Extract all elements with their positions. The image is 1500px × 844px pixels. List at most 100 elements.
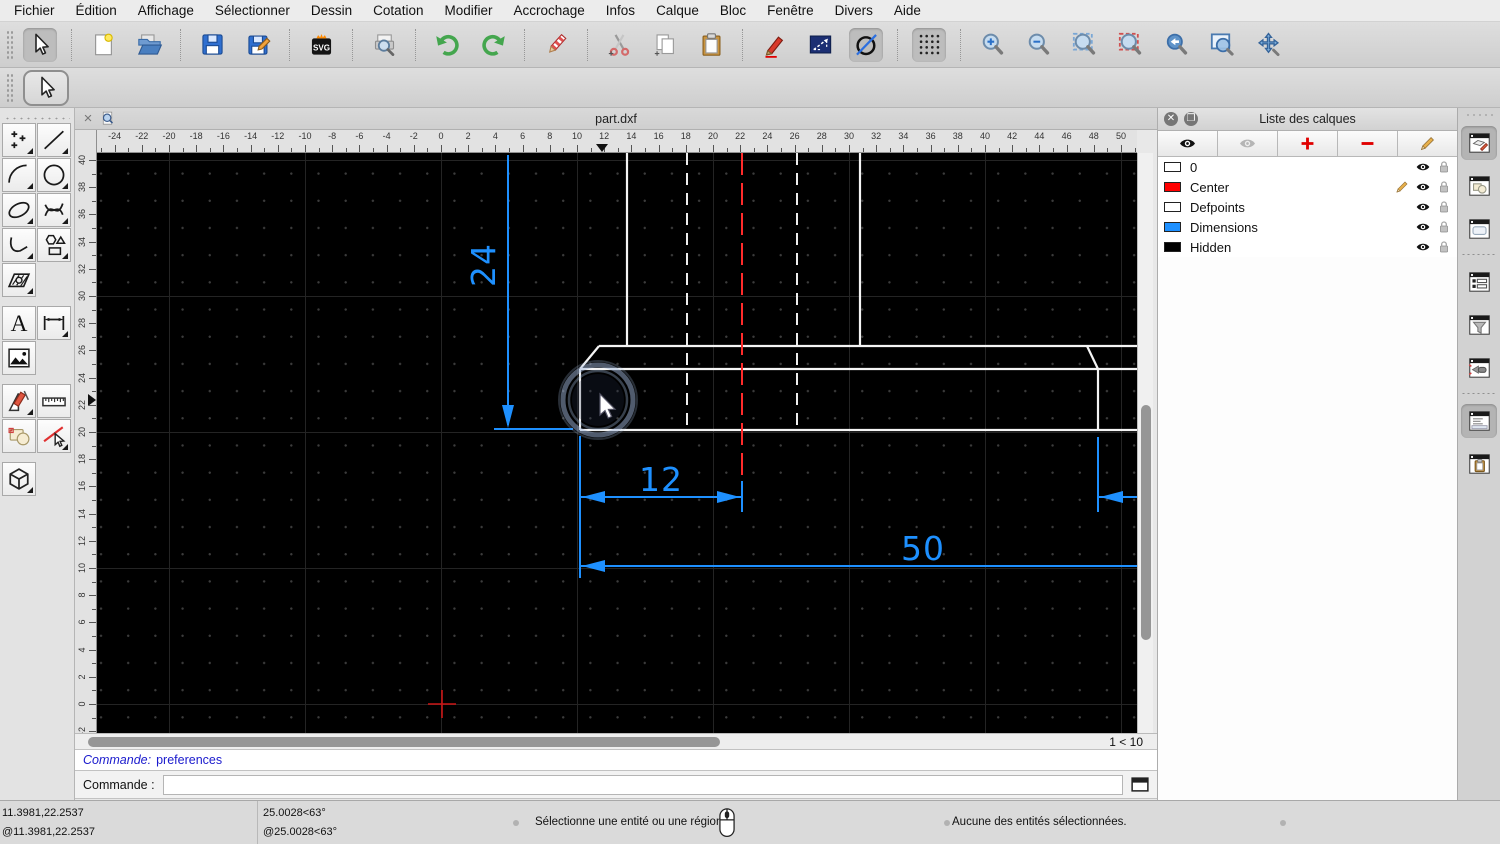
paste-button[interactable] (694, 28, 728, 62)
menu-dessin[interactable]: Dessin (311, 3, 352, 18)
layer-lock-icon[interactable] (1436, 239, 1452, 255)
tool-polygon-button[interactable] (37, 228, 71, 262)
zoom-previous-button[interactable] (1113, 28, 1147, 62)
zoom-back-button[interactable] (1159, 28, 1193, 62)
toolbar-drag-handle[interactable] (6, 72, 13, 103)
menu-fenetre[interactable]: Fenêtre (767, 3, 814, 18)
snap-grid-button[interactable] (912, 27, 946, 62)
hide-all-layers-button[interactable] (1218, 131, 1278, 156)
tool-ellipse-button[interactable] (2, 193, 36, 227)
tool-line-button[interactable] (37, 123, 71, 157)
measure-distance-button[interactable] (803, 28, 837, 62)
zoom-out-button[interactable] (1021, 28, 1055, 62)
cut-button[interactable] (602, 28, 636, 62)
menu-cotation[interactable]: Cotation (373, 3, 423, 18)
command-input[interactable] (162, 774, 1123, 795)
copy-button[interactable] (648, 28, 682, 62)
dock-drag-handle[interactable] (1465, 113, 1493, 117)
menu-selectionner[interactable]: Sélectionner (215, 3, 290, 18)
layer-visibility-icon[interactable] (1415, 199, 1431, 215)
zoom-auto-button[interactable] (1067, 28, 1101, 62)
layer-lock-icon[interactable] (1436, 199, 1452, 215)
dock-command-widget-toggle[interactable] (1461, 404, 1497, 438)
menu-divers[interactable]: Divers (835, 3, 873, 18)
tool-block-button[interactable] (2, 419, 36, 453)
svg-export-button[interactable]: SVG (304, 28, 338, 62)
menu-infos[interactable]: Infos (606, 3, 635, 18)
dock-anchor-toggle[interactable] (1461, 351, 1497, 385)
tool-circle-button[interactable] (37, 158, 71, 192)
horizontal-scrollbar[interactable]: 1 < 10 (75, 733, 1157, 749)
palette-drag-handle[interactable] (4, 116, 70, 121)
menu-bloc[interactable]: Bloc (720, 3, 746, 18)
menu-affichage[interactable]: Affichage (138, 3, 194, 18)
open-file-button[interactable] (132, 28, 166, 62)
layer-color-swatch[interactable] (1164, 242, 1181, 252)
layer-row-dimensions[interactable]: Dimensions (1158, 217, 1457, 237)
layer-row-0[interactable]: 0 (1158, 157, 1457, 177)
tool-polyline-button[interactable] (2, 228, 36, 262)
toolbar-drag-handle[interactable] (6, 29, 13, 60)
menu-modifier[interactable]: Modifier (444, 3, 492, 18)
layer-color-swatch[interactable] (1164, 202, 1181, 212)
tool-dimension-button[interactable] (37, 306, 71, 340)
select-arrow-option-button[interactable] (23, 69, 69, 106)
zoom-in-button[interactable] (975, 28, 1009, 62)
redo-button[interactable] (476, 28, 510, 62)
dock-entity-filter-toggle[interactable] (1461, 308, 1497, 342)
layer-lock-icon[interactable] (1436, 159, 1452, 175)
layer-visibility-icon[interactable] (1415, 159, 1431, 175)
show-all-layers-button[interactable] (1158, 131, 1218, 156)
layer-color-swatch[interactable] (1164, 222, 1181, 232)
select-arrow-button[interactable] (23, 27, 57, 62)
menu-fichier[interactable]: Fichier (14, 3, 55, 18)
tool-hatch-button[interactable] (2, 263, 36, 297)
tool-select-entities-button[interactable] (37, 419, 71, 453)
layer-lock-icon[interactable] (1436, 219, 1452, 235)
dock-clipboard-toggle[interactable] (1461, 447, 1497, 481)
edit-layer-button[interactable] (1398, 131, 1457, 156)
vertical-scrollbar-thumb[interactable] (1141, 405, 1151, 640)
add-layer-button[interactable] (1278, 131, 1338, 156)
tool-points-button[interactable] (2, 123, 36, 157)
tool-solid3d-button[interactable] (2, 462, 36, 496)
undo-button[interactable] (430, 28, 464, 62)
layer-color-swatch[interactable] (1164, 162, 1181, 172)
zoom-window-button[interactable] (1205, 28, 1239, 62)
dock-pen-options-toggle[interactable] (1461, 212, 1497, 246)
snap-free-button[interactable] (849, 27, 883, 62)
layer-visibility-icon[interactable] (1415, 219, 1431, 235)
menu-accrochage[interactable]: Accrochage (513, 3, 584, 18)
tool-image-button[interactable] (2, 341, 36, 375)
dock-layer-list-toggle[interactable] (1461, 126, 1497, 160)
tool-modify-button[interactable] (2, 384, 36, 418)
dock-block-list-toggle[interactable] (1461, 169, 1497, 203)
remove-layer-button[interactable] (1338, 131, 1398, 156)
layer-visibility-icon[interactable] (1415, 179, 1431, 195)
close-document-icon[interactable]: × (79, 110, 97, 127)
panel-float-icon[interactable]: ❐ (1184, 112, 1198, 126)
tool-arc-button[interactable] (2, 158, 36, 192)
delete-entities-button[interactable] (539, 28, 573, 62)
horizontal-scrollbar-thumb[interactable] (88, 737, 720, 747)
layer-lock-icon[interactable] (1436, 179, 1452, 195)
layer-row-center[interactable]: Center (1158, 177, 1457, 197)
entity-attributes-button[interactable] (757, 28, 791, 62)
tool-text-button[interactable]: A (2, 306, 36, 340)
command-window-icon[interactable] (1131, 777, 1149, 792)
save-button[interactable] (195, 28, 229, 62)
print-preview-button[interactable] (367, 28, 401, 62)
vertical-scrollbar[interactable] (1137, 153, 1153, 733)
layer-row-hidden[interactable]: Hidden (1158, 237, 1457, 257)
dock-library-browser-toggle[interactable] (1461, 265, 1497, 299)
layer-row-defpoints[interactable]: Defpoints (1158, 197, 1457, 217)
tool-measure-button[interactable] (37, 384, 71, 418)
drawing-canvas[interactable]: 24 12 50 (97, 153, 1137, 733)
layer-color-swatch[interactable] (1164, 182, 1181, 192)
tool-spline-button[interactable] (37, 193, 71, 227)
menu-calque[interactable]: Calque (656, 3, 699, 18)
panel-close-icon[interactable]: ✕ (1164, 112, 1178, 126)
layer-visibility-icon[interactable] (1415, 239, 1431, 255)
zoom-pan-button[interactable] (1251, 28, 1285, 62)
save-as-button[interactable] (241, 28, 275, 62)
